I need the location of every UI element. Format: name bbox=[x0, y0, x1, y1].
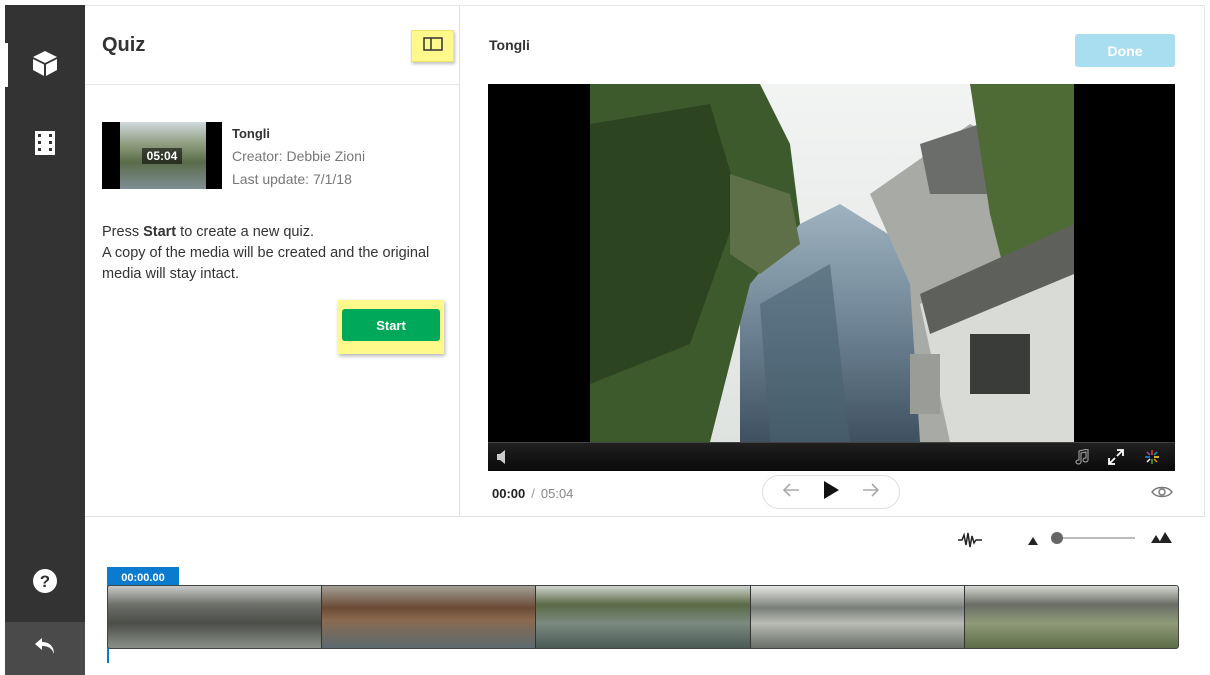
video-title: Tongli bbox=[489, 37, 530, 53]
done-button[interactable]: Done bbox=[1075, 34, 1175, 67]
cube-icon bbox=[31, 49, 59, 82]
media-name: Tongli bbox=[232, 126, 271, 141]
media-thumbnail: 05:04 bbox=[102, 122, 222, 189]
music-note-icon[interactable] bbox=[1075, 448, 1089, 470]
zoom-track[interactable] bbox=[1055, 537, 1135, 539]
duration-badge: 05:04 bbox=[142, 148, 182, 164]
app-window: ? Quiz 05:04 Tongli Creator: Debbie Zion… bbox=[0, 0, 1210, 675]
arrow-right-icon[interactable] bbox=[862, 482, 880, 502]
help-button[interactable]: ? bbox=[5, 553, 85, 613]
filmstrip-icon bbox=[34, 130, 56, 160]
svg-text:?: ? bbox=[40, 572, 50, 591]
timeline-filmstrip[interactable] bbox=[107, 585, 1179, 649]
left-rail: ? bbox=[5, 5, 85, 675]
page-title: Quiz bbox=[102, 34, 146, 56]
divider bbox=[85, 516, 1205, 517]
play-icon[interactable] bbox=[822, 480, 840, 505]
split-layout-icon bbox=[422, 36, 443, 56]
eye-icon[interactable] bbox=[1151, 484, 1173, 505]
zoom-handle[interactable] bbox=[1051, 532, 1063, 544]
media-creator: Creator: Debbie Zioni bbox=[232, 148, 366, 164]
waveform-icon[interactable] bbox=[958, 531, 982, 554]
filmstrip-frame bbox=[964, 586, 1178, 648]
video-player[interactable] bbox=[488, 84, 1175, 471]
sparkle-icon[interactable] bbox=[1144, 449, 1160, 470]
current-time: 00:00 bbox=[492, 486, 526, 501]
fullscreen-icon[interactable] bbox=[1108, 449, 1124, 470]
time-display: 00:00/05:04 bbox=[492, 486, 574, 501]
media-last-update: Last update: 7/1/18 bbox=[232, 171, 352, 187]
rail-item-quiz[interactable] bbox=[5, 35, 85, 95]
filmstrip-frame bbox=[750, 586, 965, 648]
small-mountain-icon bbox=[1027, 533, 1039, 551]
arrow-left-icon[interactable] bbox=[782, 482, 800, 502]
start-highlight: Start bbox=[338, 300, 444, 354]
filmstrip-frame bbox=[322, 586, 537, 648]
layout-toggle-button[interactable] bbox=[411, 30, 454, 62]
quiz-description: Press Start to create a new quiz. A copy… bbox=[102, 224, 430, 282]
volume-icon[interactable] bbox=[496, 449, 508, 470]
large-mountain-icon bbox=[1151, 531, 1173, 549]
filmstrip-frame bbox=[108, 586, 323, 648]
filmstrip-frame bbox=[536, 586, 751, 648]
player-controls bbox=[488, 442, 1175, 471]
undo-icon bbox=[34, 637, 56, 660]
zoom-slider[interactable] bbox=[1027, 530, 1177, 546]
start-button[interactable]: Start bbox=[342, 309, 440, 341]
total-time: 05:04 bbox=[540, 486, 574, 501]
video-frame bbox=[590, 84, 1074, 442]
rail-item-media[interactable] bbox=[5, 115, 85, 175]
back-button[interactable] bbox=[5, 622, 85, 675]
playback-nav bbox=[762, 475, 900, 509]
help-icon: ? bbox=[32, 568, 58, 599]
divider bbox=[85, 84, 460, 85]
